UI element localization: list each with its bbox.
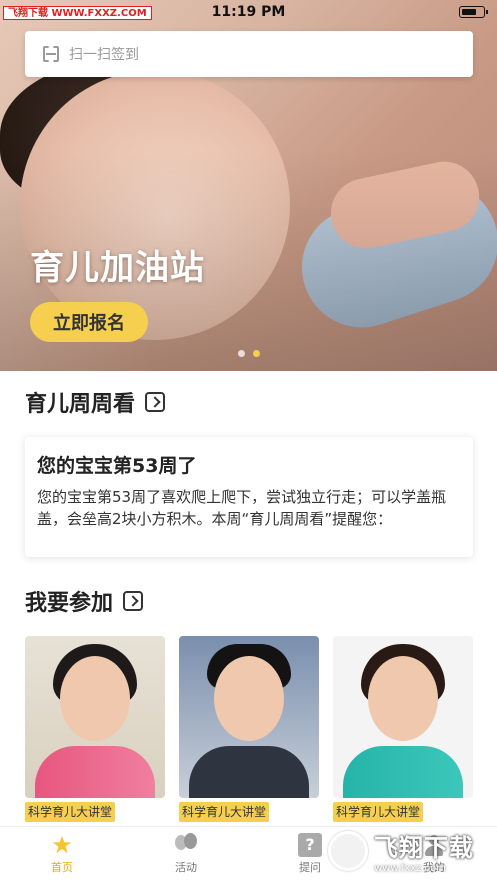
status-time: 11:19 PM bbox=[211, 4, 286, 20]
event-list: 科学育儿大讲堂 科学育儿大讲堂 科学育儿大讲堂 bbox=[25, 636, 473, 822]
tab-label: 首页 bbox=[51, 861, 73, 874]
watermark-logo: 飞翔下载 www.fxxz.com bbox=[328, 826, 488, 876]
hero-title: 育儿加油站 bbox=[30, 248, 205, 288]
carousel-dot-active[interactable] bbox=[252, 350, 260, 357]
status-bar: 飞翔下载 WWW.FXXZ.COM 11:19 PM bbox=[0, 0, 497, 24]
carousel-indicator bbox=[0, 350, 497, 357]
speaker-photo bbox=[333, 636, 473, 798]
tab-label: 活动 bbox=[175, 861, 197, 874]
join-section-title: 我要参加 bbox=[25, 591, 114, 616]
speaker-photo bbox=[25, 636, 165, 798]
scan-checkin-bar[interactable]: 扫一扫签到 bbox=[25, 31, 473, 77]
chevron-right-icon[interactable] bbox=[145, 392, 166, 412]
event-tag: 科学育儿大讲堂 bbox=[333, 802, 424, 822]
balloon-icon bbox=[174, 833, 198, 857]
carousel-dot[interactable] bbox=[237, 350, 245, 357]
tab-activities[interactable]: 活动 bbox=[156, 833, 216, 875]
event-item[interactable]: 科学育儿大讲堂 bbox=[179, 636, 319, 822]
watermark-url: www.fxxz.com bbox=[374, 863, 446, 874]
star-icon: ★ bbox=[51, 831, 73, 859]
scan-icon bbox=[43, 46, 59, 62]
question-icon: ? bbox=[298, 833, 322, 857]
weekly-section-header[interactable]: 育儿周周看 bbox=[25, 386, 166, 418]
event-tag: 科学育儿大讲堂 bbox=[179, 802, 270, 822]
weekly-section-title: 育儿周周看 bbox=[25, 392, 136, 417]
battery-level bbox=[462, 9, 476, 15]
scan-checkin-placeholder: 扫一扫签到 bbox=[69, 47, 139, 63]
battery-icon bbox=[459, 6, 488, 18]
event-item[interactable]: 科学育儿大讲堂 bbox=[333, 636, 473, 822]
watermark-text: 飞翔下载 bbox=[374, 834, 474, 862]
event-tag: 科学育儿大讲堂 bbox=[25, 802, 116, 822]
join-section-header[interactable]: 我要参加 bbox=[25, 585, 144, 617]
weekly-card-body: 您的宝宝第53周了喜欢爬上爬下，尝试独立行走；可以学盖瓶盖，会垒高2块小方积木。… bbox=[37, 488, 447, 528]
chevron-right-icon[interactable] bbox=[123, 591, 144, 611]
tab-home[interactable]: ★ 首页 bbox=[32, 833, 92, 875]
speaker-photo bbox=[179, 636, 319, 798]
watermark-icon bbox=[328, 831, 368, 871]
event-item[interactable]: 科学育儿大讲堂 bbox=[25, 636, 165, 822]
weekly-card-title: 您的宝宝第53周了 bbox=[37, 455, 197, 477]
weekly-card[interactable]: 您的宝宝第53周了 您的宝宝第53周了喜欢爬上爬下，尝试独立行走；可以学盖瓶盖，… bbox=[25, 437, 473, 557]
signup-button[interactable]: 立即报名 bbox=[30, 302, 148, 342]
